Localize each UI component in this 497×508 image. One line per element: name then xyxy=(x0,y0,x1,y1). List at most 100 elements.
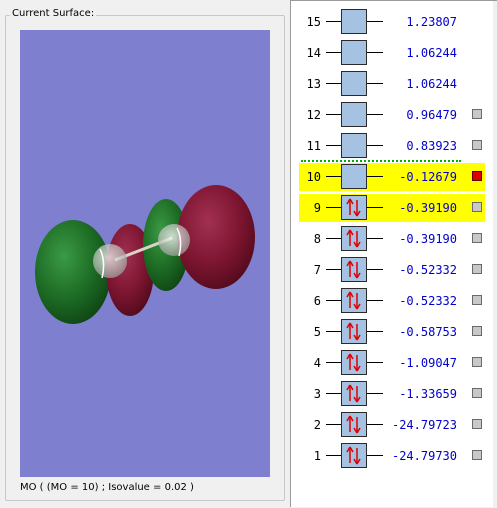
mo-energy: 1.06244 xyxy=(406,77,457,91)
level-line-right xyxy=(367,145,383,146)
mo-row[interactable]: 12 0.96479 xyxy=(299,101,485,129)
mo-select-indicator[interactable] xyxy=(472,388,482,398)
electron-pair-icon xyxy=(346,229,361,248)
scrollbar-edge[interactable] xyxy=(493,1,497,508)
mo-number: 3 xyxy=(313,387,321,401)
mo-row[interactable]: 6 -0.52332 xyxy=(299,287,485,315)
level-line-right xyxy=(367,114,383,115)
level-line-right xyxy=(367,238,383,239)
electron-pair-icon xyxy=(346,260,361,279)
mo-row[interactable]: 13 1.06244 xyxy=(299,70,485,98)
mo-energy: -0.58753 xyxy=(399,325,457,339)
mo-energy: 0.96479 xyxy=(406,108,457,122)
mo-select-indicator[interactable] xyxy=(472,140,482,150)
mo-row[interactable]: 3 -1.33659 xyxy=(299,380,485,408)
mo-list-panel[interactable]: 15 1.23807 14 1.06244 13 1.06244 12 0.96479 11 0.… xyxy=(290,0,497,508)
electron-pair-icon xyxy=(346,415,361,434)
electron-pair-icon xyxy=(346,446,361,465)
level-line-right xyxy=(367,362,383,363)
empty-orbital-box[interactable] xyxy=(341,102,367,127)
mo-select-indicator[interactable] xyxy=(472,202,482,212)
level-line-left xyxy=(326,114,341,115)
level-line-left xyxy=(326,362,341,363)
empty-orbital-box[interactable] xyxy=(341,9,367,34)
atom-right xyxy=(158,224,190,256)
mo-select-indicator[interactable] xyxy=(472,419,482,429)
mo-number: 15 xyxy=(306,15,321,29)
level-line-left xyxy=(326,424,341,425)
occupied-orbital-box[interactable] xyxy=(341,226,367,251)
occupied-orbital-box[interactable] xyxy=(341,319,367,344)
mo-row[interactable]: 7 -0.52332 xyxy=(299,256,485,284)
level-line-right xyxy=(367,300,383,301)
surface-status: MO ( (MO = 10) ; Isovalue = 0.02 ) xyxy=(20,482,194,493)
empty-orbital-box[interactable] xyxy=(341,133,367,158)
homo-lumo-separator xyxy=(301,160,461,162)
occupied-orbital-box[interactable] xyxy=(341,288,367,313)
mo-energy: 0.83923 xyxy=(406,139,457,153)
mo-row[interactable]: 9 -0.39190 xyxy=(299,194,485,222)
mo-select-indicator[interactable] xyxy=(472,357,482,367)
occupied-orbital-box[interactable] xyxy=(341,257,367,282)
level-line-right xyxy=(367,424,383,425)
mo-row[interactable]: 1 -24.79730 xyxy=(299,442,485,470)
level-line-right xyxy=(367,21,383,22)
mo-energy: -24.79723 xyxy=(391,418,457,432)
mo-energy: 1.23807 xyxy=(406,15,457,29)
occupied-orbital-box[interactable] xyxy=(341,381,367,406)
mo-select-indicator[interactable] xyxy=(472,295,482,305)
mo-number: 8 xyxy=(313,232,321,246)
molecule-viewport[interactable] xyxy=(20,30,270,477)
mo-energy: -0.12679 xyxy=(399,170,457,184)
level-line-left xyxy=(326,455,341,456)
level-line-right xyxy=(367,176,383,177)
mo-number: 12 xyxy=(306,108,321,122)
mo-energy: -24.79730 xyxy=(391,449,457,463)
empty-orbital-box[interactable] xyxy=(341,164,367,189)
mo-number: 10 xyxy=(306,170,321,184)
mo-energy: -0.39190 xyxy=(399,201,457,215)
level-line-left xyxy=(326,207,341,208)
level-line-left xyxy=(326,145,341,146)
mo-energy: -1.09047 xyxy=(399,356,457,370)
mo-row[interactable]: 8 -0.39190 xyxy=(299,225,485,253)
mo-row[interactable]: 14 1.06244 xyxy=(299,39,485,67)
level-line-left xyxy=(326,300,341,301)
mo-energy: -1.33659 xyxy=(399,387,457,401)
mo-row[interactable]: 11 0.83923 xyxy=(299,132,485,160)
occupied-orbital-box[interactable] xyxy=(341,412,367,437)
mo-select-indicator[interactable] xyxy=(472,450,482,460)
electron-pair-icon xyxy=(346,291,361,310)
mo-row[interactable]: 15 1.23807 xyxy=(299,8,485,36)
mo-select-indicator[interactable] xyxy=(472,326,482,336)
level-line-left xyxy=(326,393,341,394)
electron-pair-icon xyxy=(346,384,361,403)
mo-number: 1 xyxy=(313,449,321,463)
mo-number: 11 xyxy=(306,139,321,153)
occupied-orbital-box[interactable] xyxy=(341,195,367,220)
level-line-right xyxy=(367,269,383,270)
mo-select-indicator[interactable] xyxy=(472,233,482,243)
empty-orbital-box[interactable] xyxy=(341,71,367,96)
surface-panel: Current Surface: MO ((MO = 10) ; Isoval… xyxy=(0,0,290,507)
electron-pair-icon xyxy=(346,198,361,217)
level-line-left xyxy=(326,21,341,22)
mo-select-indicator[interactable] xyxy=(472,109,482,119)
mo-row[interactable]: 5 -0.58753 xyxy=(299,318,485,346)
mo-number: 6 xyxy=(313,294,321,308)
mo-row[interactable]: 10 -0.12679 xyxy=(299,163,485,191)
mo-number: 14 xyxy=(306,46,321,60)
mo-select-indicator[interactable] xyxy=(472,264,482,274)
level-line-left xyxy=(326,83,341,84)
occupied-orbital-box[interactable] xyxy=(341,443,367,468)
mo-row[interactable]: 2 -24.79723 xyxy=(299,411,485,439)
orbital-render[interactable] xyxy=(20,30,270,477)
mo-row[interactable]: 4 -1.09047 xyxy=(299,349,485,377)
mo-select-indicator-active[interactable] xyxy=(472,171,482,181)
mo-number: 9 xyxy=(313,201,321,215)
level-line-right xyxy=(367,83,383,84)
occupied-orbital-box[interactable] xyxy=(341,350,367,375)
empty-orbital-box[interactable] xyxy=(341,40,367,65)
mo-energy: -0.52332 xyxy=(399,263,457,277)
group-title: Current Surface: xyxy=(10,8,97,19)
